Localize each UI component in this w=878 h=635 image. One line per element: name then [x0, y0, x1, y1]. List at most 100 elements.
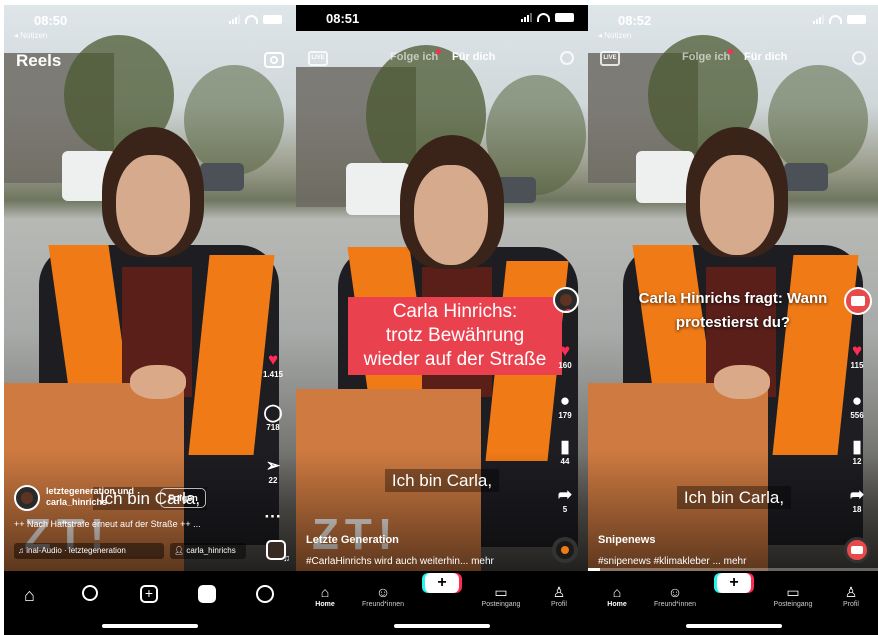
instagram-reels-screen: ZT! 08:50 ◂ Notizen Reels ♥1.415 ◯718 ➢2… [4, 5, 296, 635]
account-name[interactable]: Letzte Generation [306, 534, 399, 546]
bottom-nav: ⌂ Home ☺ Freund*innen + ▭ Posteingang ♙ Prof… [296, 571, 588, 635]
home-indicator [686, 624, 782, 628]
post-caption[interactable]: ++ Nach Haftstrafe erneut auf der Straße… [14, 519, 254, 529]
wifi-icon [829, 15, 842, 24]
home-indicator [394, 624, 490, 628]
bookmark-button[interactable]: ▮ 12 [844, 437, 870, 466]
home-indicator [102, 624, 198, 628]
tab-inbox-label: Posteingang [773, 601, 813, 608]
reels-icon[interactable] [198, 585, 216, 603]
back-to-app-link[interactable]: ◂ Notizen [14, 31, 47, 40]
create-button[interactable]: + [717, 573, 751, 593]
comment-button[interactable]: ● 556 [844, 391, 870, 420]
tab-profile-label: Profil [843, 601, 859, 608]
video-subtitle: Ich bin Carla, [588, 486, 878, 509]
account-names[interactable]: letztegeneration und carla_hinrichs [46, 486, 158, 508]
account-name[interactable]: Snipenews [598, 534, 655, 546]
tab-home[interactable]: ⌂ Home [300, 583, 350, 608]
follow-button[interactable]: Folgen [160, 488, 206, 508]
bottom-nav: ⌂ Home ☺ Freund*innen + ▭ Posteingang ♙ Prof… [588, 571, 878, 635]
creator-avatar[interactable]: + [553, 287, 579, 313]
battery-icon [847, 15, 866, 24]
sound-disc-icon[interactable] [844, 537, 870, 563]
post-caption[interactable]: #snipenews #klimakleber ... mehr [598, 556, 834, 567]
tab-profile[interactable]: ♙ Profil [826, 583, 876, 608]
signal-icon [813, 15, 824, 24]
tab-friends[interactable]: ☺ Freund*innen [650, 583, 700, 608]
tab-inbox[interactable]: ▭ Posteingang [768, 583, 818, 608]
like-button[interactable]: ♥ 1.415 [260, 350, 286, 379]
comment-bubble-icon: ◯ [263, 403, 283, 422]
clock: 08:50 [34, 13, 68, 28]
tab-profile-label: Profil [551, 601, 567, 608]
profile-icon: ♙ [844, 584, 858, 600]
tab-friends[interactable]: ☺ Freund*innen [358, 583, 408, 608]
tab-for-you[interactable]: Für dich [452, 51, 495, 63]
tiktok-screen-letzte-generation: ZT! 08:51 LIVE Folge ich Für dich Carla … [296, 5, 588, 635]
friends-icon: ☺ [667, 584, 683, 600]
sound-disc-icon[interactable] [552, 537, 578, 563]
status-bar: 08:50 ◂ Notizen [4, 11, 296, 40]
headline-line-2: trotz Bewährung [385, 325, 525, 346]
live-icon[interactable]: LIVE [308, 51, 328, 66]
tab-inbox[interactable]: ▭ Posteingang [476, 583, 526, 608]
tab-for-you[interactable]: Für dich [744, 51, 787, 63]
video-subtitle: Ich bin Carla, [296, 469, 588, 492]
heart-icon: ♥ [559, 341, 571, 360]
like-button[interactable]: ♥ 115 [844, 341, 870, 370]
bottom-nav: ⌂ + [4, 571, 296, 635]
tab-friends-label: Freund*innen [653, 601, 697, 608]
account-avatar[interactable] [14, 485, 40, 511]
like-count: 115 [850, 361, 864, 370]
comment-count: 718 [266, 423, 280, 432]
live-icon[interactable]: LIVE [600, 51, 620, 66]
tab-profile[interactable]: ♙ Profil [534, 583, 584, 608]
share-count: 5 [562, 505, 568, 514]
music-note-icon: ♫ [283, 553, 290, 563]
create-button[interactable]: + [425, 573, 459, 593]
profile-icon: ♙ [552, 584, 566, 600]
clock: 08:52 [618, 13, 652, 28]
clock: 08:51 [326, 11, 360, 26]
page-title: Reels [16, 51, 62, 70]
headline-sticker: Carla Hinrichs: trotz Bewährung wieder a… [348, 297, 562, 375]
audio-thumbnail[interactable]: ♫ [266, 540, 290, 563]
tab-home-label: Home [315, 601, 335, 608]
home-icon: ⌂ [320, 584, 330, 600]
status-bar: 08:51 [296, 9, 588, 31]
bookmark-count: 44 [560, 457, 570, 466]
audio-pill[interactable]: ♫ inal-Audio · letztegeneration [14, 543, 164, 559]
profile-icon[interactable] [256, 585, 274, 603]
like-count: 1.415 [262, 370, 284, 379]
tab-following[interactable]: Folge ich [682, 51, 730, 63]
battery-icon [263, 15, 282, 24]
battery-icon [555, 13, 574, 22]
wifi-icon [245, 15, 258, 24]
comment-dots-icon: ● [559, 391, 571, 410]
comment-count: 179 [558, 411, 572, 420]
headline-line-1: Carla Hinrichs: [392, 301, 518, 322]
heart-icon: ♥ [851, 341, 863, 360]
tab-following[interactable]: Folge ich [390, 51, 438, 63]
search-icon[interactable] [82, 585, 98, 601]
tab-inbox-label: Posteingang [481, 601, 521, 608]
more-options-button[interactable]: ··· [260, 507, 286, 527]
camera-icon[interactable] [264, 52, 284, 68]
back-to-app-link[interactable]: ◂ Notizen [598, 31, 631, 40]
search-icon[interactable] [852, 51, 866, 65]
creator-avatar[interactable] [844, 287, 872, 315]
comment-button[interactable]: ● 179 [552, 391, 578, 420]
search-icon[interactable] [560, 51, 574, 65]
status-bar: 08:52 ◂ Notizen [588, 11, 878, 40]
comment-button[interactable]: ◯ 718 [260, 403, 286, 432]
like-button[interactable]: ♥ 160 [552, 341, 578, 370]
home-icon[interactable]: ⌂ [24, 585, 35, 606]
new-content-dot [728, 49, 733, 54]
tagged-user-pill[interactable]: 👤︎ carla_hinrichs [170, 543, 246, 559]
bookmark-button[interactable]: ▮ 44 [552, 437, 578, 466]
share-button[interactable]: ➢ 22 [260, 456, 286, 485]
tab-home[interactable]: ⌂ Home [592, 583, 642, 608]
create-post-icon[interactable]: + [140, 585, 158, 603]
post-caption[interactable]: #CarlaHinrichs wird auch weiterhin... me… [306, 556, 542, 567]
inbox-icon: ▭ [786, 584, 800, 600]
